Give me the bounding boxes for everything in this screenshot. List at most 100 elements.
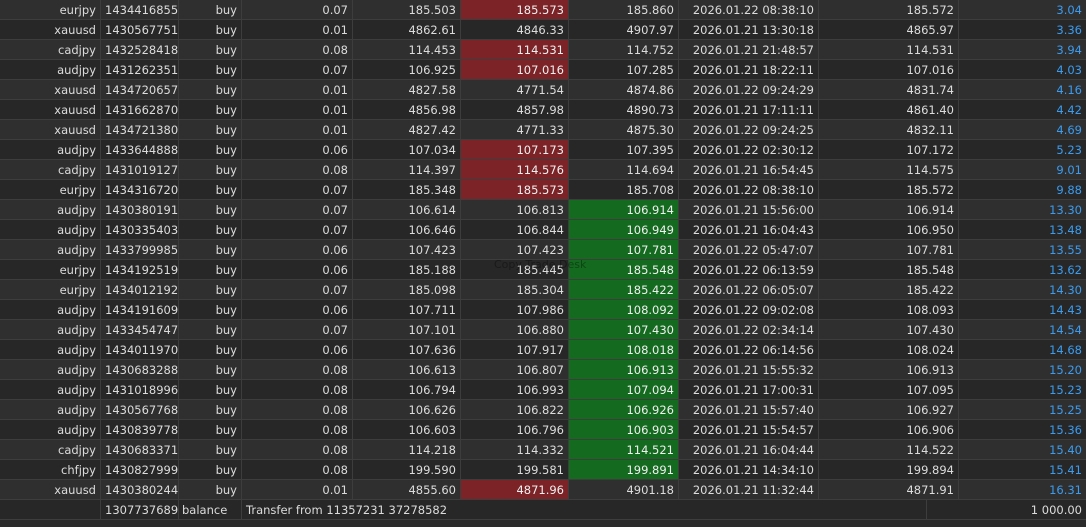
open-price-cell: 106.613	[353, 360, 461, 380]
time-cell: 2026.01.21 15:57:40	[679, 400, 819, 420]
open-price-cell: 114.218	[353, 440, 461, 460]
volume-cell: 0.06	[242, 140, 353, 160]
table-row[interactable]: audjpy 1430683288 buy 0.08 106.613 106.8…	[0, 360, 1086, 380]
time-cell: 2026.01.22 06:13:59	[679, 260, 819, 280]
table-row[interactable]: cadjpy 1432528418 buy 0.08 114.453 114.5…	[0, 40, 1086, 60]
take-profit-cell: 107.430	[569, 320, 679, 340]
time-cell: 2026.01.22 09:24:25	[679, 120, 819, 140]
volume-cell: 0.08	[242, 380, 353, 400]
symbol-cell: audjpy	[0, 380, 101, 400]
table-row[interactable]: eurjpy 1434416855 buy 0.07 185.503 185.5…	[0, 0, 1086, 20]
table-row[interactable]: audjpy 1430335403 buy 0.07 106.646 106.8…	[0, 220, 1086, 240]
trade-history-table: eurjpy 1434416855 buy 0.07 185.503 185.5…	[0, 0, 1086, 520]
price-cell: 185.548	[819, 260, 959, 280]
volume-cell: 0.01	[242, 20, 353, 40]
volume-cell: 0.07	[242, 220, 353, 240]
profit-cell: 9.01	[959, 160, 1086, 180]
symbol-cell: xauusd	[0, 80, 101, 100]
open-price-cell: 4827.42	[353, 120, 461, 140]
stop-loss-cell: 107.986	[461, 300, 569, 320]
table-row[interactable]: audjpy 1434191609 buy 0.06 107.711 107.9…	[0, 300, 1086, 320]
price-cell: 4871.91	[819, 480, 959, 500]
table-row[interactable]: eurjpy 1434192519 buy 0.06 185.188 185.4…	[0, 260, 1086, 280]
stop-loss-cell: 185.573	[461, 0, 569, 20]
price-cell: 107.172	[819, 140, 959, 160]
ticket-cell: 1434720657	[101, 80, 179, 100]
type-cell: buy	[179, 140, 242, 160]
take-profit-cell: 107.781	[569, 240, 679, 260]
volume-cell: 0.07	[242, 280, 353, 300]
profit-cell: 15.20	[959, 360, 1086, 380]
table-row[interactable]: chfjpy 1430827999 buy 0.08 199.590 199.5…	[0, 460, 1086, 480]
price-cell: 185.572	[819, 180, 959, 200]
profit-cell: 13.55	[959, 240, 1086, 260]
table-row[interactable]: audjpy 1433644888 buy 0.06 107.034 107.1…	[0, 140, 1086, 160]
table-row[interactable]: xauusd 1434721380 buy 0.01 4827.42 4771.…	[0, 120, 1086, 140]
table-row[interactable]: audjpy 1433454747 buy 0.07 107.101 106.8…	[0, 320, 1086, 340]
price-cell: 199.894	[819, 460, 959, 480]
open-price-cell: 106.626	[353, 400, 461, 420]
symbol-cell: xauusd	[0, 20, 101, 40]
table-row[interactable]: audjpy 1434011970 buy 0.06 107.636 107.9…	[0, 340, 1086, 360]
take-profit-cell: 4907.97	[569, 20, 679, 40]
take-profit-cell: 106.913	[569, 360, 679, 380]
profit-cell: 3.04	[959, 0, 1086, 20]
stop-loss-cell: 199.581	[461, 460, 569, 480]
ticket-cell: 1433454747	[101, 320, 179, 340]
table-row[interactable]: audjpy 1430839778 buy 0.08 106.603 106.7…	[0, 420, 1086, 440]
ticket-cell: 1430380191	[101, 200, 179, 220]
take-profit-cell: 108.092	[569, 300, 679, 320]
table-row[interactable]: eurjpy 1434316720 buy 0.07 185.348 185.5…	[0, 180, 1086, 200]
type-cell: buy	[179, 440, 242, 460]
table-row[interactable]: cadjpy 1430683371 buy 0.08 114.218 114.3…	[0, 440, 1086, 460]
take-profit-cell: 185.708	[569, 180, 679, 200]
time-cell: 2026.01.22 06:14:56	[679, 340, 819, 360]
symbol-cell: audjpy	[0, 200, 101, 220]
price-cell: 4865.97	[819, 20, 959, 40]
time-cell: 2026.01.22 02:34:14	[679, 320, 819, 340]
stop-loss-cell: 4857.98	[461, 100, 569, 120]
open-price-cell: 4827.58	[353, 80, 461, 100]
stop-loss-cell: 107.016	[461, 60, 569, 80]
volume-cell: 0.01	[242, 480, 353, 500]
type-cell: buy	[179, 200, 242, 220]
take-profit-cell: 106.926	[569, 400, 679, 420]
table-row[interactable]: audjpy 1430380191 buy 0.07 106.614 106.8…	[0, 200, 1086, 220]
table-row[interactable]: xauusd 1430567751 buy 0.01 4862.61 4846.…	[0, 20, 1086, 40]
ticket-cell: 1434012192	[101, 280, 179, 300]
balance-amount-cell: 1 000.00	[927, 500, 1086, 520]
take-profit-cell: 107.285	[569, 60, 679, 80]
ticket-cell: 1434011970	[101, 340, 179, 360]
price-cell: 106.914	[819, 200, 959, 220]
type-cell: buy	[179, 0, 242, 20]
price-cell: 106.906	[819, 420, 959, 440]
profit-cell: 4.42	[959, 100, 1086, 120]
time-cell: 2026.01.21 16:54:45	[679, 160, 819, 180]
ticket-cell: 1434721380	[101, 120, 179, 140]
table-row[interactable]: audjpy 1433799985 buy 0.06 107.423 107.4…	[0, 240, 1086, 260]
profit-cell: 9.88	[959, 180, 1086, 200]
stop-loss-cell: 4871.96	[461, 480, 569, 500]
balance-row[interactable]: 1307737689 balance Transfer from 1135723…	[0, 500, 1086, 520]
open-price-cell: 4862.61	[353, 20, 461, 40]
stop-loss-cell: 106.844	[461, 220, 569, 240]
type-cell: buy	[179, 120, 242, 140]
table-row[interactable]: eurjpy 1434012192 buy 0.07 185.098 185.3…	[0, 280, 1086, 300]
table-row[interactable]: xauusd 1434720657 buy 0.01 4827.58 4771.…	[0, 80, 1086, 100]
symbol-cell: xauusd	[0, 120, 101, 140]
table-row[interactable]: xauusd 1430380244 buy 0.01 4855.60 4871.…	[0, 480, 1086, 500]
volume-cell: 0.08	[242, 420, 353, 440]
table-row[interactable]: xauusd 1431662870 buy 0.01 4856.98 4857.…	[0, 100, 1086, 120]
price-cell: 114.531	[819, 40, 959, 60]
table-row[interactable]: audjpy 1430567768 buy 0.08 106.626 106.8…	[0, 400, 1086, 420]
table-row[interactable]: audjpy 1431018996 buy 0.08 106.794 106.9…	[0, 380, 1086, 400]
profit-cell: 3.36	[959, 20, 1086, 40]
symbol-cell: audjpy	[0, 240, 101, 260]
type-cell: buy	[179, 380, 242, 400]
volume-cell: 0.06	[242, 260, 353, 280]
open-price-cell: 106.603	[353, 420, 461, 440]
ticket-cell: 1430827999	[101, 460, 179, 480]
time-cell: 2026.01.21 15:54:57	[679, 420, 819, 440]
table-row[interactable]: audjpy 1431262351 buy 0.07 106.925 107.0…	[0, 60, 1086, 80]
table-row[interactable]: cadjpy 1431019127 buy 0.08 114.397 114.5…	[0, 160, 1086, 180]
